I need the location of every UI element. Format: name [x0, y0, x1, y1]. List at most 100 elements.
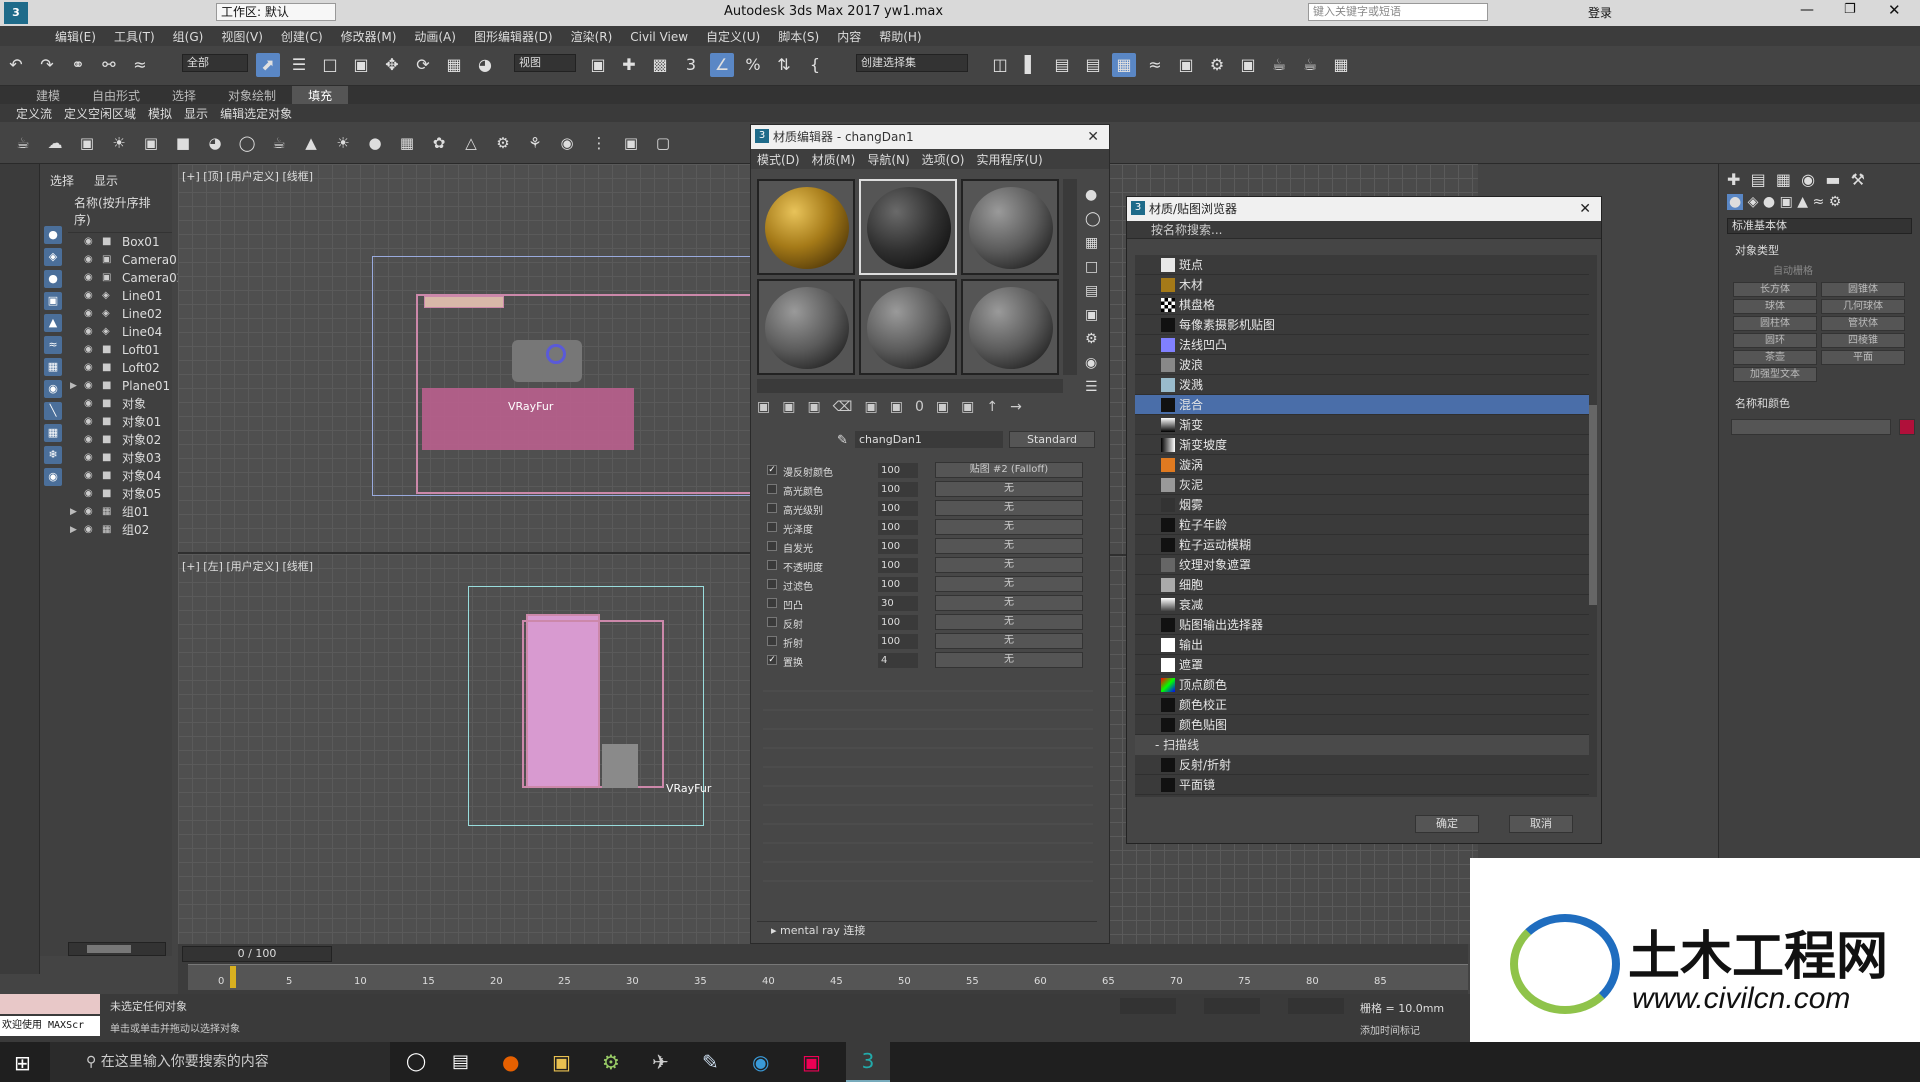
layer-explorer-icon[interactable]: ▤ — [1050, 53, 1074, 77]
material-slot[interactable] — [961, 279, 1059, 375]
undo-icon[interactable]: ↶ — [4, 53, 28, 77]
sun-icon[interactable]: ☀ — [332, 132, 354, 154]
window-crossing-icon[interactable]: ▣ — [349, 53, 373, 77]
maxscript-listener[interactable] — [0, 994, 100, 1014]
minimize-icon[interactable]: — — [1800, 2, 1814, 18]
map-slot-button[interactable]: 无 — [935, 576, 1083, 592]
cloud-icon[interactable]: ☁ — [44, 132, 66, 154]
map-item[interactable]: 渐变 — [1135, 415, 1591, 435]
map-amount-spinner[interactable]: 100 — [878, 615, 918, 630]
map-item[interactable]: 纹理对象遮罩 — [1135, 555, 1591, 575]
map-item[interactable]: 细胞 — [1135, 575, 1591, 595]
map-amount-spinner[interactable]: 100 — [878, 634, 918, 649]
options-icon[interactable]: ⚙ — [1085, 327, 1105, 351]
teapot-button[interactable]: 茶壶 — [1733, 350, 1817, 365]
close-icon[interactable]: ✕ — [1579, 197, 1591, 221]
map-slot-button[interactable]: 无 — [935, 500, 1083, 516]
scene-item[interactable]: ◉ ◈ Line04 — [40, 323, 172, 341]
modify-tab-icon[interactable]: ▤ — [1751, 170, 1766, 189]
visibility-icon[interactable]: ◉ — [84, 377, 93, 395]
torus-button[interactable]: 圆环 — [1733, 333, 1817, 348]
visibility-icon[interactable]: ◉ — [84, 395, 93, 413]
material-slot[interactable] — [961, 179, 1059, 275]
map-item[interactable]: 粒子运动模糊 — [1135, 535, 1591, 555]
add-time-tag[interactable]: 添加时间标记 — [1360, 1022, 1420, 1037]
spacewarps-icon[interactable]: ≈ — [1813, 194, 1825, 210]
render-iterative-icon[interactable]: ☕ — [1298, 53, 1322, 77]
menu-item[interactable]: 实用程序(U) — [970, 149, 1048, 170]
tab-modeling[interactable]: 建模 — [20, 86, 76, 105]
render-frame-icon[interactable]: ▣ — [1236, 53, 1260, 77]
map-item[interactable]: 每像素摄影机贴图 — [1135, 315, 1591, 335]
visibility-icon[interactable]: ◉ — [84, 287, 93, 305]
plane-button[interactable]: 平面 — [1821, 350, 1905, 365]
expand-icon[interactable]: ▶ — [70, 377, 77, 395]
pivot-icon[interactable]: ▣ — [586, 53, 610, 77]
globe-icon[interactable]: ◉ — [556, 132, 578, 154]
visibility-icon[interactable]: ◉ — [84, 323, 93, 341]
material-slot[interactable] — [859, 179, 957, 275]
subtab-display[interactable]: 显示 — [178, 104, 214, 123]
mirror-icon[interactable]: ◫ — [988, 53, 1012, 77]
map-item[interactable]: 衰减 — [1135, 595, 1591, 615]
cortana-icon[interactable]: ◯ — [406, 1051, 426, 1072]
map-enable-checkbox[interactable] — [767, 579, 777, 589]
time-slider[interactable]: 0 / 100 — [182, 946, 332, 962]
assign-to-selection-icon[interactable]: ▣ — [807, 399, 832, 415]
pyramid-button[interactable]: 四棱锥 — [1821, 333, 1905, 348]
map-enable-checkbox[interactable] — [767, 541, 777, 551]
scene-item[interactable]: ◉ ■ Loft01 — [40, 341, 172, 359]
horizontal-scrollbar[interactable] — [68, 942, 166, 956]
material-editor-icon[interactable]: ▣ — [1174, 53, 1198, 77]
mental-ray-rollout[interactable]: ▸ mental ray 连接 — [757, 921, 1097, 939]
viewport-label[interactable]: [+] [顶] [用户定义] [线框] — [182, 168, 313, 184]
map-item[interactable]: 漩涡 — [1135, 455, 1591, 475]
put-to-library-icon[interactable]: ▣ — [890, 399, 915, 415]
teapot2-icon[interactable]: ☕ — [268, 132, 290, 154]
app-icon[interactable]: ▣ — [802, 1050, 821, 1074]
firefox-icon[interactable]: ● — [502, 1050, 519, 1074]
slot-scrollbar[interactable] — [1063, 179, 1077, 375]
login-link[interactable]: 登录 — [1588, 4, 1612, 21]
lights-icon[interactable]: ● — [1763, 194, 1775, 210]
scene-item[interactable]: ◉ ■ 对象 — [40, 395, 172, 413]
snap-3d-icon[interactable]: 3 — [679, 53, 703, 77]
ribbon-toggle-icon[interactable]: ▤ — [1081, 53, 1105, 77]
slot-hscroll[interactable] — [757, 379, 1063, 393]
map-enable-checkbox[interactable] — [767, 636, 777, 646]
visibility-icon[interactable]: ◉ — [84, 305, 93, 323]
map-item[interactable]: 输出 — [1135, 635, 1591, 655]
select-object-icon[interactable]: ⬈ — [256, 53, 280, 77]
move-icon[interactable]: ✥ — [380, 53, 404, 77]
tube-button[interactable]: 管状体 — [1821, 316, 1905, 331]
render-setup-icon[interactable]: ⚙ — [1205, 53, 1229, 77]
map-amount-spinner[interactable]: 30 — [878, 596, 918, 611]
visibility-icon[interactable]: ◉ — [84, 269, 93, 287]
selection-filter-dropdown[interactable]: 全部 — [182, 54, 248, 72]
scene-item[interactable]: ◉ ◈ Line02 — [40, 305, 172, 323]
menu-item[interactable]: 内容 — [828, 26, 870, 47]
tab-select[interactable]: 选择 — [40, 174, 84, 188]
background-icon[interactable]: ▦ — [1085, 231, 1105, 255]
object-name-field[interactable] — [1731, 419, 1891, 435]
hierarchy-tab-icon[interactable]: ▦ — [1776, 170, 1791, 189]
scene-item[interactable]: ◉ ◈ Line01 — [40, 287, 172, 305]
material-name-field[interactable]: changDan1 — [855, 431, 1003, 448]
systems-icon[interactable]: ⚙ — [1829, 194, 1842, 210]
tent-icon[interactable]: △ — [460, 132, 482, 154]
scene-item[interactable]: ▶ ◉ ■ Plane01 — [40, 377, 172, 395]
cancel-button[interactable]: 取消 — [1509, 815, 1573, 833]
menu-item[interactable]: 帮助(H) — [870, 26, 930, 47]
cone-icon[interactable]: ▲ — [300, 132, 322, 154]
browser-search-input[interactable]: 按名称搜索... — [1127, 221, 1601, 239]
file-explorer-icon[interactable]: ▣ — [552, 1050, 571, 1074]
scene-item[interactable]: ◉ ■ 对象02 — [40, 431, 172, 449]
maximize-icon[interactable]: ❐ — [1844, 2, 1856, 17]
visibility-icon[interactable]: ◉ — [84, 467, 93, 485]
scanline-group-header[interactable]: - 扫描线 — [1135, 735, 1591, 755]
tab-populate[interactable]: 填充 — [292, 86, 349, 105]
map-amount-spinner[interactable]: 100 — [878, 577, 918, 592]
map-item[interactable]: 顶点颜色 — [1135, 675, 1591, 695]
viewport-label[interactable]: [+] [左] [用户定义] [线框] — [182, 558, 313, 574]
menu-item[interactable]: 导航(N) — [861, 149, 915, 170]
